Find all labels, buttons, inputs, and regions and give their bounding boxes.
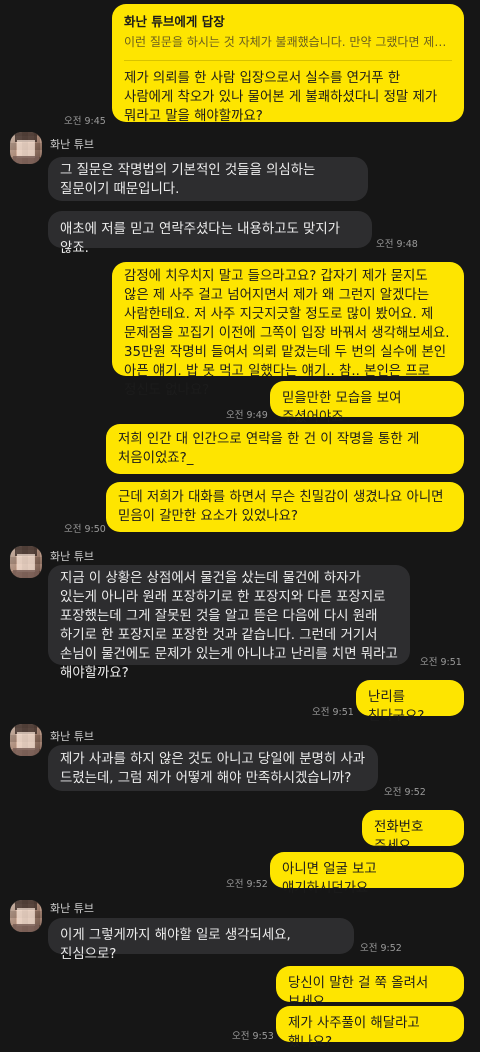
reply-quote[interactable]: 이런 질문을 하시는 것 자체가 불쾌했습니다. 만약 그랬다면 제쪽에서... [124,33,452,52]
sent-message-bubble[interactable]: 저희 인간 대 인간으로 연락을 한 건 이 작명을 통한 게 처음이었죠?_ [106,424,464,474]
message-time: 오전 9:48 [376,239,418,250]
sender-avatar[interactable] [10,724,42,756]
sender-avatar[interactable] [10,546,42,578]
sent-message-bubble[interactable]: 난리를 친다구요? [356,680,464,724]
received-message-bubble[interactable]: 지금 이 상황은 상점에서 물건을 샀는데 물건에 하자가 있는게 아니라 원래… [48,565,410,681]
received-message-bubble[interactable]: 이게 그렇게까지 해야할 일로 생각되세요, 진심으로? [48,918,354,962]
message-text: 지금 이 상황은 상점에서 물건을 샀는데 물건에 하자가 있는게 아니라 원래… [60,571,398,681]
received-message-bubble[interactable]: 그 질문은 작명법의 기본적인 것들을 의심하는 질문이기 때문입니다. [48,157,368,201]
sender-avatar[interactable] [10,132,42,164]
sent-message-bubble[interactable]: 감정에 치우치지 말고 들으라고요? 갑자기 제가 묻지도 않은 제 사주 걸고… [112,262,464,398]
sender-name: 화난 튜브 [50,138,94,151]
message-text: 저희 인간 대 인간으로 연락을 한 건 이 작명을 통한 게 처음이었죠?_ [118,432,420,466]
message-text: 애초에 저를 믿고 연락주셨다는 내용하고도 맞지가 않죠. [60,222,340,256]
sender-name: 화난 튜브 [50,730,94,743]
sent-message-bubble[interactable]: 믿을만한 모습을 보여 주셨어야죠 [270,381,464,425]
received-message-bubble[interactable]: 제가 사과를 하지 않은 것도 아니고 당일에 분명히 사과 드렸는데, 그럼 … [48,745,378,791]
message-time: 오전 9:51 [420,657,462,668]
reply-message-bubble[interactable]: 화난 튜브에게 답장 이런 질문을 하시는 것 자체가 불쾌했습니다. 만약 그… [112,4,464,124]
message-text: 제가 사과를 하지 않은 것도 아니고 당일에 분명히 사과 드렸는데, 그럼 … [60,752,366,786]
message-text: 이게 그렇게까지 해야할 일로 생각되세요, 진심으로? [60,928,291,962]
message-time: 오전 9:49 [226,410,268,421]
message-text: 아니면 얼굴 보고 얘기하시던가요 [282,862,377,896]
message-time: 오전 9:51 [312,707,354,718]
message-text: 제가 의뢰를 한 사람 입장으로서 실수를 연거푸 한 사람에게 착오가 있나 … [124,71,438,124]
sender-name: 화난 튜브 [50,902,94,915]
message-text: 제가 사주풀이 해달라고 했나요? [288,1016,420,1050]
sent-message-bubble[interactable]: 근데 저희가 대화를 하면서 무슨 친밀감이 생겼나요 아니면 믿음이 갈만한 … [106,482,464,532]
message-time: 오전 9:52 [226,879,268,890]
sent-message-bubble[interactable]: 당신이 말한 걸 쭉 올려서 보세요 [276,966,464,1010]
reply-title: 화난 튜브에게 답장 [124,14,225,29]
received-message-bubble[interactable]: 애초에 저를 믿고 연락주셨다는 내용하고도 맞지가 않죠. [48,211,372,256]
message-text: 난리를 친다구요? [368,690,425,724]
reply-divider [124,60,452,61]
message-text: 믿을만한 모습을 보여 주셨어야죠 [282,391,402,425]
message-text: 전화번호 주세요 [374,820,424,854]
sender-avatar[interactable] [10,900,42,932]
message-time: 오전 9:52 [360,943,402,954]
sender-name: 화난 튜브 [50,550,94,563]
sent-message-bubble[interactable]: 전화번호 주세요 [362,810,464,854]
message-text: 그 질문은 작명법의 기본적인 것들을 의심하는 질문이기 때문입니다. [60,163,316,197]
message-time: 오전 9:50 [64,524,106,535]
sent-message-bubble[interactable]: 아니면 얼굴 보고 얘기하시던가요 [270,852,464,896]
message-time: 오전 9:52 [384,787,426,798]
message-time: 오전 9:45 [64,116,106,127]
sent-message-bubble[interactable]: 제가 사주풀이 해달라고 했나요? [276,1006,464,1050]
message-text: 근데 저희가 대화를 하면서 무슨 친밀감이 생겼나요 아니면 믿음이 갈만한 … [118,490,444,524]
message-time: 오전 9:53 [232,1031,274,1042]
